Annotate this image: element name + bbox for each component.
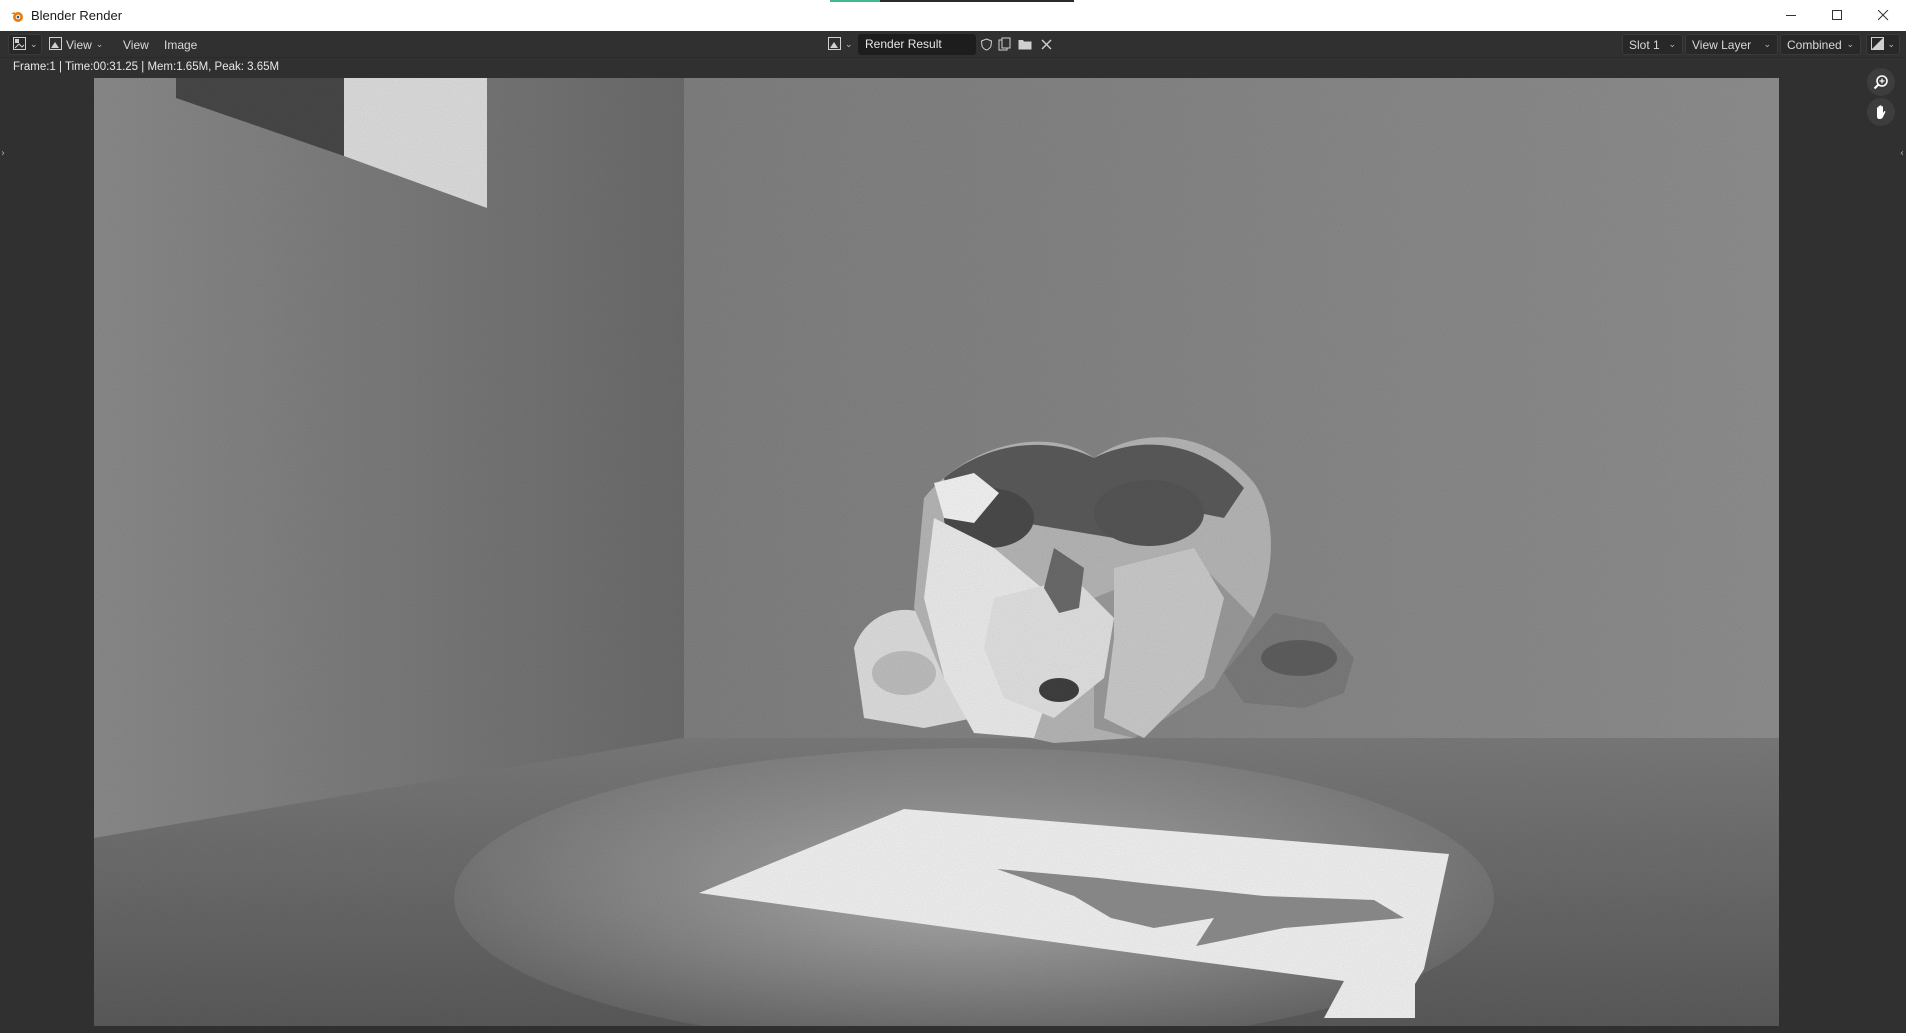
zoom-icon[interactable] — [1867, 68, 1895, 96]
maximize-button[interactable] — [1814, 0, 1860, 31]
chevron-down-icon: ⌄ — [1668, 39, 1676, 49]
chevron-down-icon: ⌄ — [30, 39, 38, 49]
chevron-down-icon: ⌄ — [1887, 39, 1895, 49]
duplicate-image-icon[interactable] — [997, 36, 1013, 52]
render-result-image — [94, 78, 1779, 1026]
view-layer-label: View Layer — [1692, 37, 1752, 52]
menu-view[interactable]: View — [119, 34, 153, 55]
display-channels-selector[interactable]: ⌄ — [1866, 34, 1900, 55]
render-pass-label: Combined — [1787, 37, 1842, 52]
image-browse-icon — [828, 36, 841, 53]
view-mode-label: View — [66, 37, 92, 52]
chevron-down-icon: ⌄ — [845, 39, 853, 49]
window-title: Blender Render — [31, 8, 123, 23]
render-pass-selector[interactable]: Combined ⌄ — [1780, 34, 1861, 55]
image-browse-button[interactable]: ⌄ — [828, 34, 853, 55]
image-name-field[interactable]: Render Result — [858, 34, 976, 55]
menu-image[interactable]: Image — [160, 34, 201, 55]
close-button[interactable] — [1860, 0, 1906, 31]
slot-selector[interactable]: Slot 1 ⌄ — [1622, 34, 1683, 55]
editor-type-selector[interactable]: ⌄ — [8, 34, 42, 55]
display-channels-icon — [1871, 36, 1884, 53]
image-icon — [49, 36, 62, 53]
image-editor-header: ⌄ View ⌄ View Image ⌄ Render Result Slot… — [0, 31, 1906, 58]
view-layer-selector[interactable]: View Layer ⌄ — [1685, 34, 1778, 55]
fake-user-shield-icon[interactable] — [978, 36, 994, 52]
open-folder-icon[interactable] — [1017, 36, 1033, 52]
chevron-down-icon: ⌄ — [95, 39, 104, 49]
minimize-button[interactable] — [1768, 0, 1814, 31]
image-editor-icon — [13, 36, 26, 53]
chevron-down-icon: ⌄ — [1763, 39, 1771, 49]
unlink-image-icon[interactable] — [1038, 36, 1054, 52]
toolbar-toggle-icon[interactable]: › — [1, 148, 5, 159]
title-accent — [830, 0, 1074, 2]
menu-view-label: View — [123, 37, 149, 52]
render-info: Frame:1 | Time:00:31.25 | Mem:1.65M, Pea… — [0, 58, 1906, 76]
title-bar: Blender Render — [0, 0, 1906, 31]
chevron-down-icon: ⌄ — [1846, 39, 1854, 49]
sidebar-toggle-icon[interactable]: ‹ — [1900, 148, 1904, 159]
menu-image-label: Image — [164, 37, 198, 52]
blender-logo-icon — [9, 8, 25, 24]
slot-label: Slot 1 — [1629, 37, 1660, 52]
hand-icon[interactable] — [1867, 98, 1895, 126]
view-mode-selector[interactable]: View ⌄ — [49, 34, 103, 55]
